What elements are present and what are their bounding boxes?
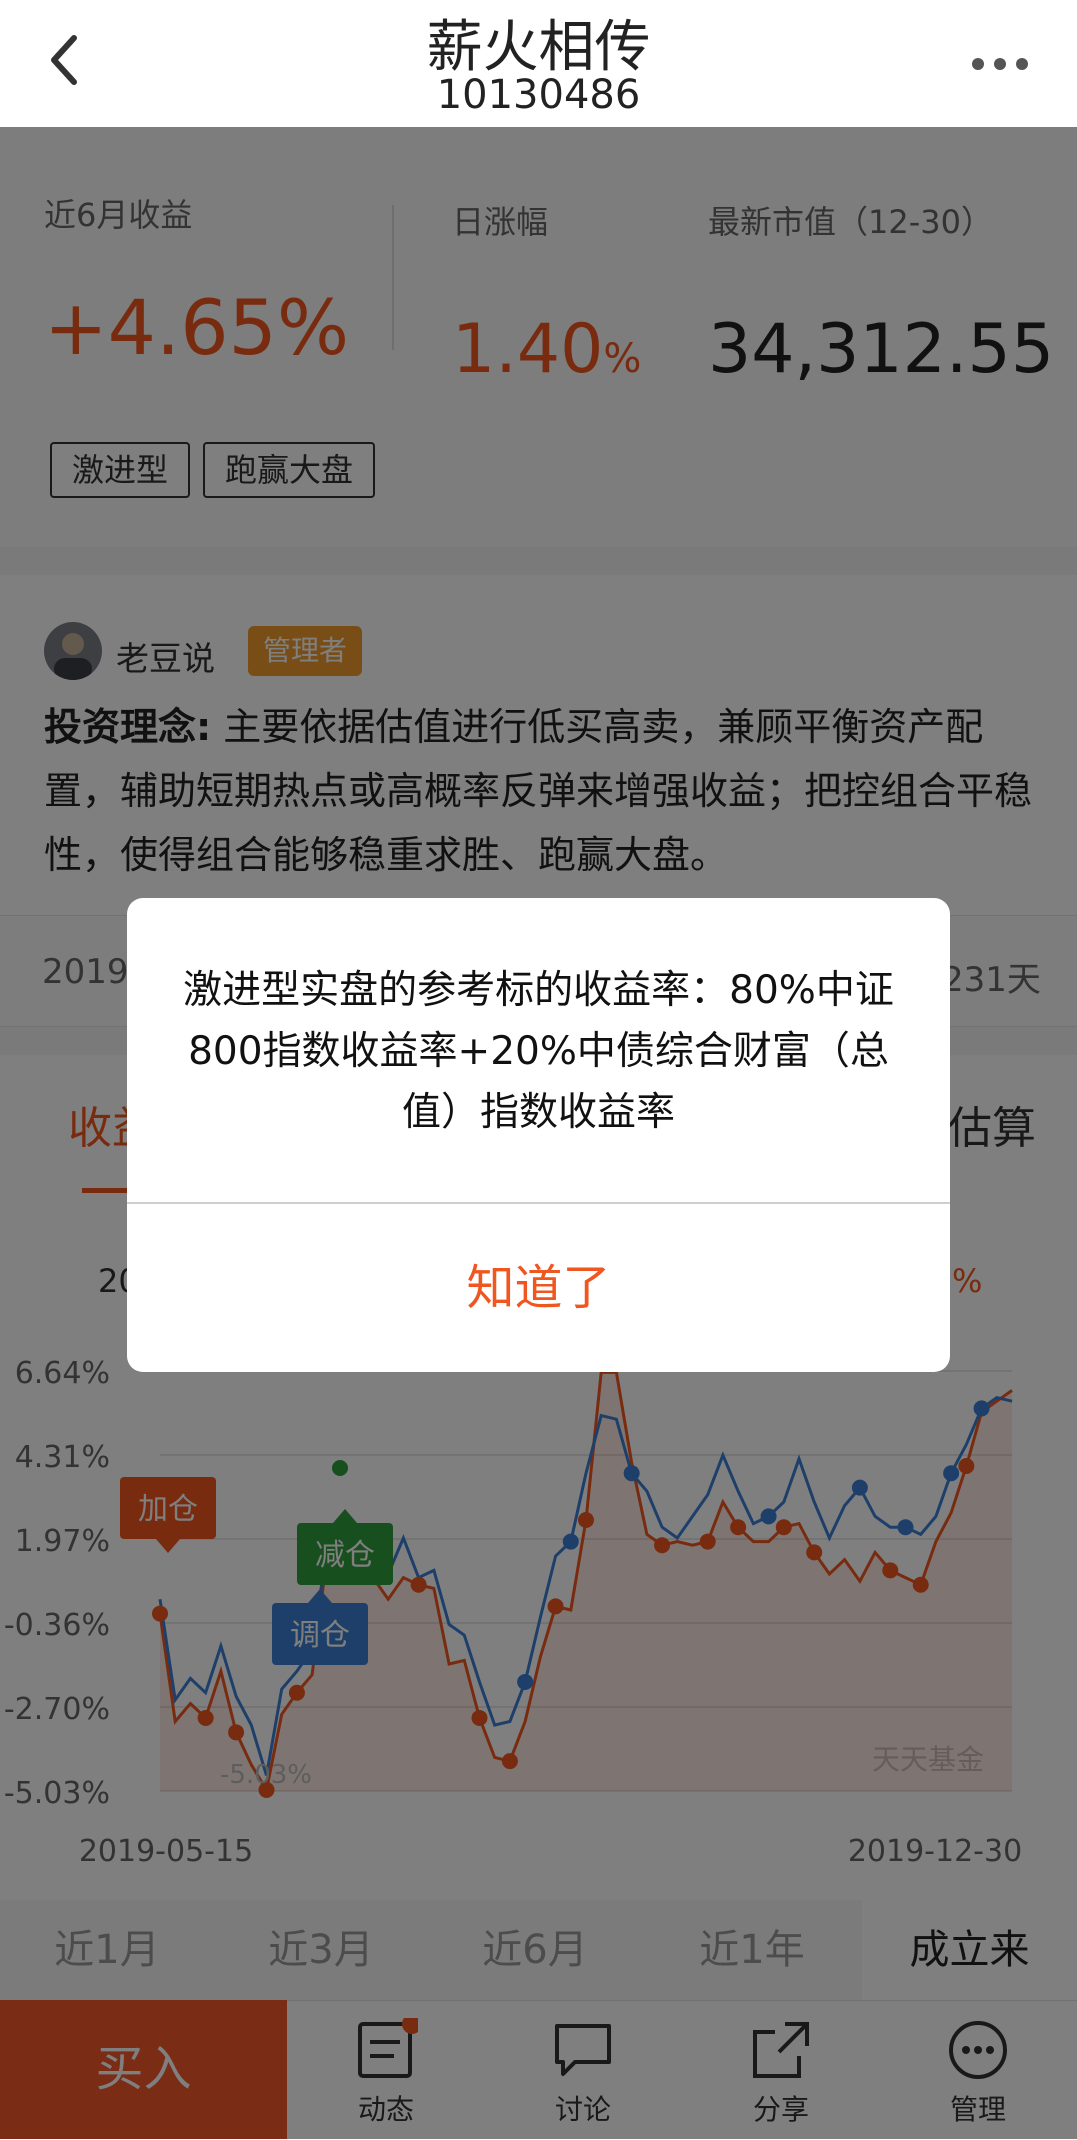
dialog-confirm-button[interactable]: 知道了 bbox=[127, 1204, 950, 1372]
more-dots-icon[interactable] bbox=[968, 44, 1032, 84]
dialog-message: 激进型实盘的参考标的收益率：80%中证 800指数收益率+20%中债综合财富（总… bbox=[167, 960, 910, 1143]
dialog-message-line: 激进型实盘的参考标的收益率：80%中证 bbox=[183, 968, 894, 1013]
portfolio-code: 10130486 bbox=[436, 72, 641, 118]
page-title: 薪火相传 bbox=[426, 15, 651, 80]
dialog-message-line: 值）指数收益率 bbox=[401, 1090, 675, 1135]
header-bar: 薪火相传 10130486 bbox=[0, 0, 1077, 127]
dialog-message-line: 800指数收益率+20%中债综合财富（总 bbox=[188, 1029, 889, 1074]
info-dialog: 激进型实盘的参考标的收益率：80%中证 800指数收益率+20%中债综合财富（总… bbox=[127, 898, 950, 1372]
